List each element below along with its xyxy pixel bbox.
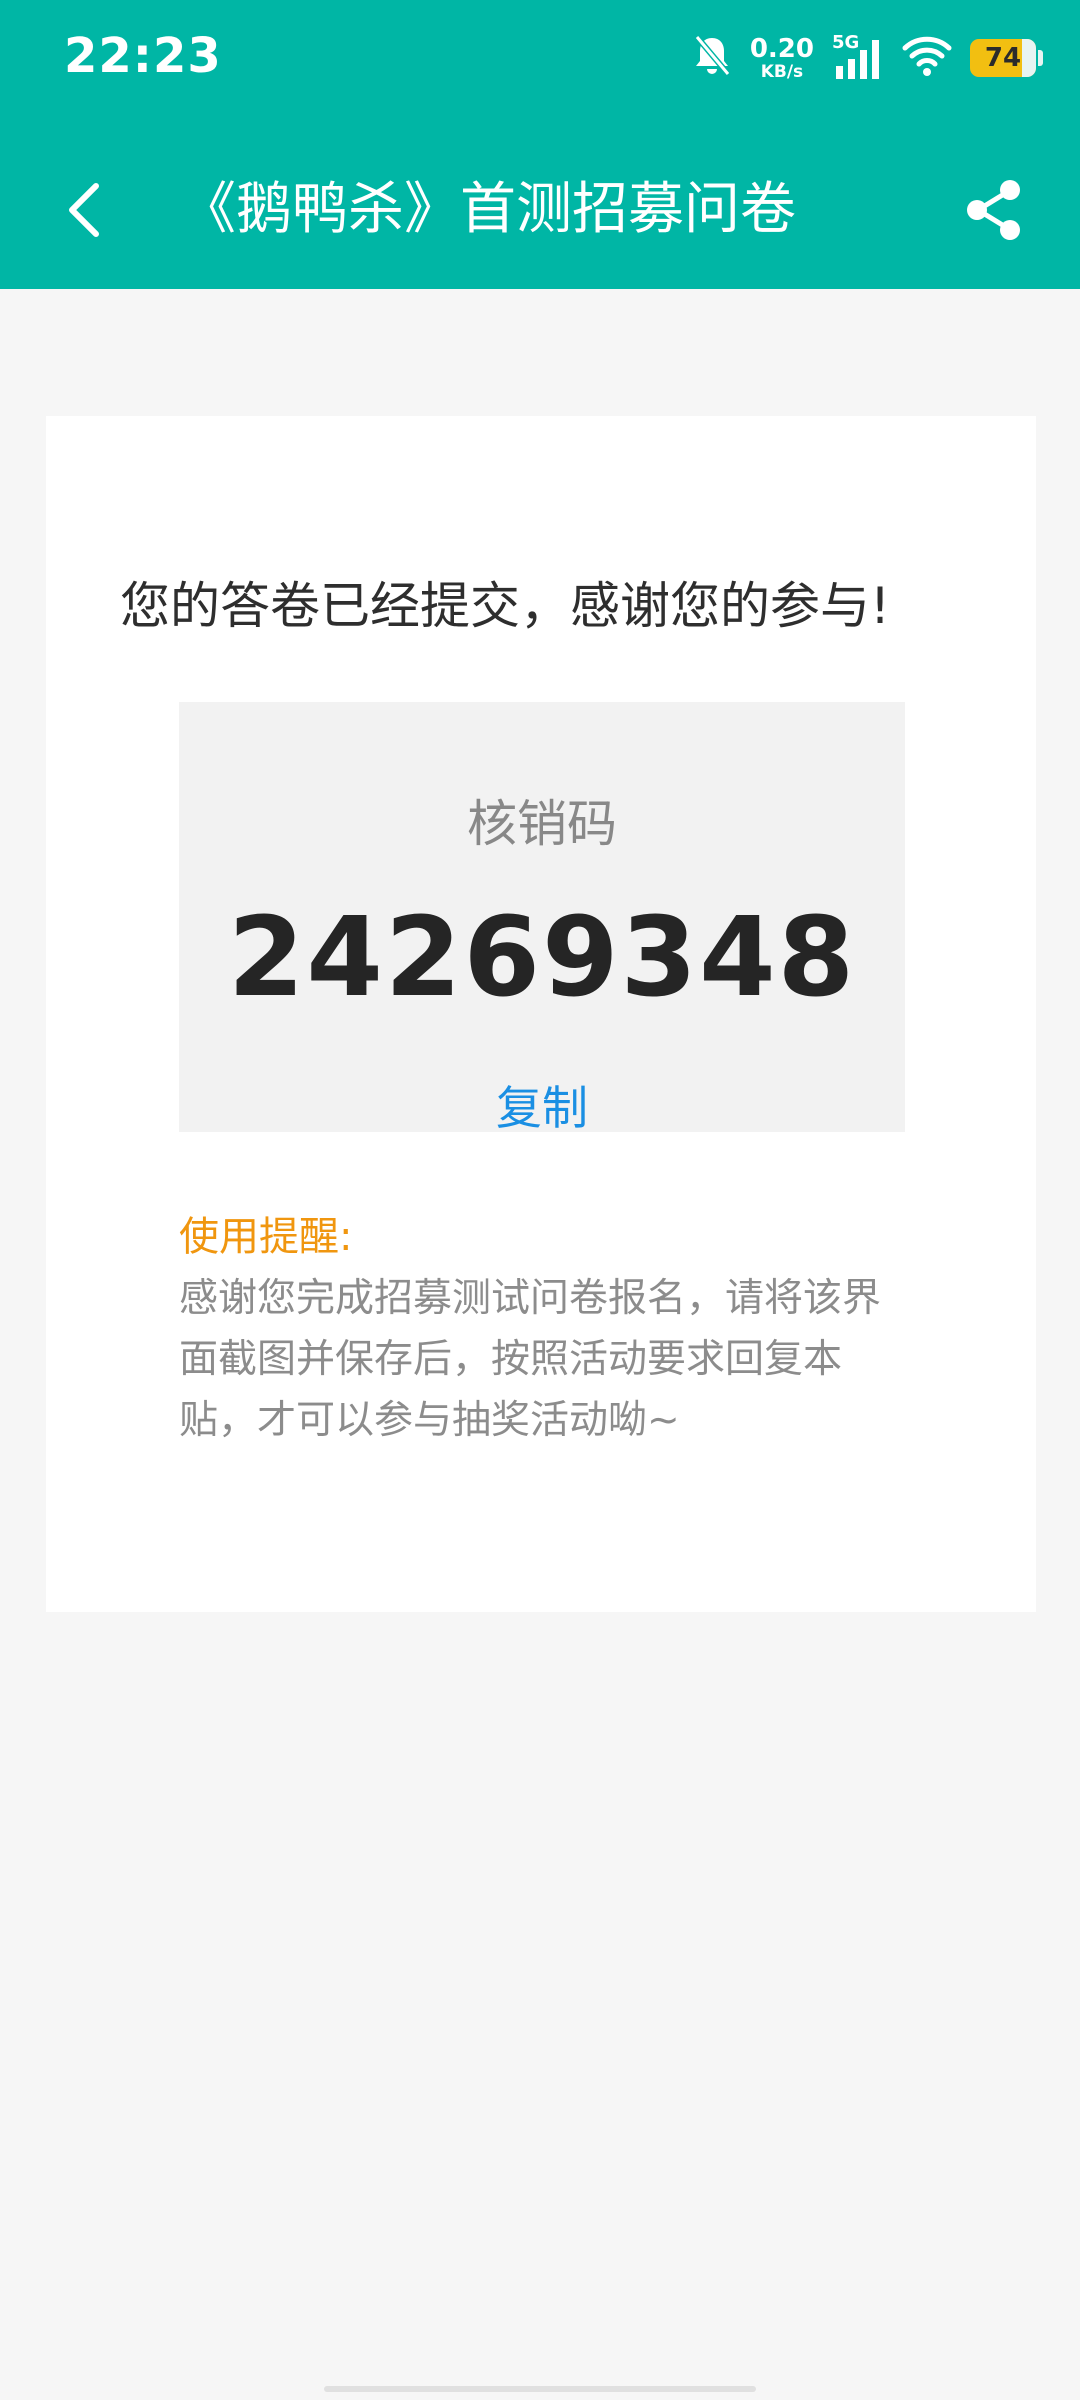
nav-bar: 《鹅鸭杀》首测招募问卷 xyxy=(0,150,1080,270)
home-indicator[interactable] xyxy=(324,2386,756,2392)
net-speed-value: 0.20 xyxy=(749,33,814,64)
copy-button[interactable]: 复制 xyxy=(479,1072,605,1138)
app-header: 22:23 0.20 KB/s 5G 74 《鹅鸭杀》首测招募问卷 xyxy=(0,0,1080,289)
back-button[interactable] xyxy=(48,170,120,250)
status-bar: 22:23 0.20 KB/s 5G 74 xyxy=(0,0,1080,120)
submission-card: 您的答卷已经提交，感谢您的参与! 核销码 24269348 复制 使用提醒: 感… xyxy=(46,416,1036,1612)
share-button[interactable] xyxy=(958,174,1030,246)
page-title: 《鹅鸭杀》首测招募问卷 xyxy=(180,177,796,242)
status-icons: 0.20 KB/s 5G 74 xyxy=(674,30,1043,86)
net-speed-unit: KB/s xyxy=(760,61,804,82)
signal-icon: 5G xyxy=(832,34,884,82)
usage-tip-body: 感谢您完成招募测试问卷报名，请将该界面截图并保存后，按照活动要求回复本贴，才可以… xyxy=(179,1276,882,1443)
redeem-code-box: 核销码 24269348 复制 xyxy=(179,702,905,1135)
net-speed: 0.20 KB/s xyxy=(750,36,814,81)
redeem-code-label: 核销码 xyxy=(467,795,617,853)
submission-message: 您的答卷已经提交，感谢您的参与! xyxy=(120,577,891,635)
usage-tip-title: 使用提醒: xyxy=(179,1214,353,1260)
back-arrow-icon xyxy=(69,183,99,237)
battery-level: 74 xyxy=(984,43,1022,73)
status-time: 22:23 xyxy=(64,28,222,84)
battery-icon: 74 xyxy=(970,39,1043,77)
share-icon xyxy=(967,180,1020,240)
wifi-icon xyxy=(902,35,952,81)
bell-off-icon xyxy=(692,34,732,82)
redeem-code-value: 24269348 xyxy=(227,893,857,1021)
